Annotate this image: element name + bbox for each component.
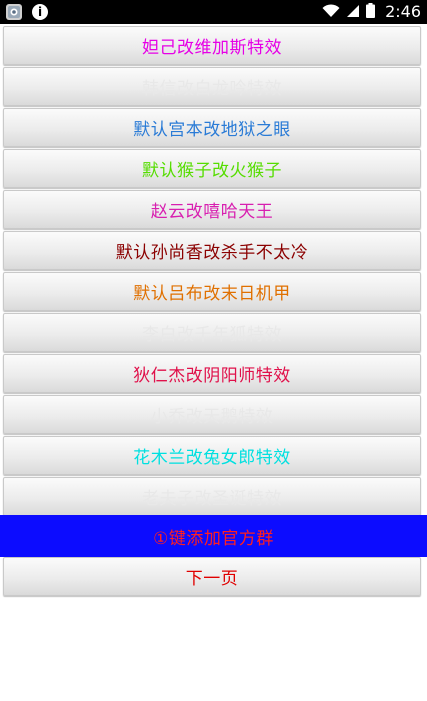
mulan-effect-button[interactable]: 花木兰改兔女郎特效 <box>3 436 421 475</box>
app-icon <box>6 4 22 20</box>
laofuzi-effect-button[interactable]: 老夫子改圣诞特效 <box>3 477 421 516</box>
libai-effect-button[interactable]: 李白改千年狐特效 <box>3 313 421 352</box>
status-bar: i 2:46 <box>0 0 427 24</box>
lvbu-effect-button[interactable]: 默认吕布改末日机甲 <box>3 272 421 311</box>
direnjie-effect-button[interactable]: 狄仁杰改阴阳师特效 <box>3 354 421 393</box>
daji-effect-button[interactable]: 妲己改维加斯特效 <box>3 26 421 65</box>
system-icons: 2:46 <box>322 0 421 24</box>
miyamoto-effect-button[interactable]: 默认宫本改地狱之眼 <box>3 108 421 147</box>
zhaoyun-effect-button[interactable]: 赵云改嘻哈天王 <box>3 190 421 229</box>
xiaoqiao-effect-button[interactable]: 小乔改天鹅特效 <box>3 395 421 434</box>
next-page-button[interactable]: 下一页 <box>3 557 421 596</box>
clock: 2:46 <box>385 2 421 21</box>
notification-icons: i <box>6 4 48 20</box>
battery-icon <box>366 2 376 22</box>
monkey-effect-button[interactable]: 默认猴子改火猴子 <box>3 149 421 188</box>
sunshangxiang-effect-button[interactable]: 默认孙尚香改杀手不太冷 <box>3 231 421 270</box>
signal-icon <box>346 3 360 22</box>
wifi-icon <box>322 3 340 22</box>
join-official-group-button[interactable]: ①键添加官方群 <box>0 515 427 557</box>
hanxin-effect-button[interactable]: 韩信改白龙吟特效 <box>3 67 421 106</box>
info-icon: i <box>32 4 48 20</box>
